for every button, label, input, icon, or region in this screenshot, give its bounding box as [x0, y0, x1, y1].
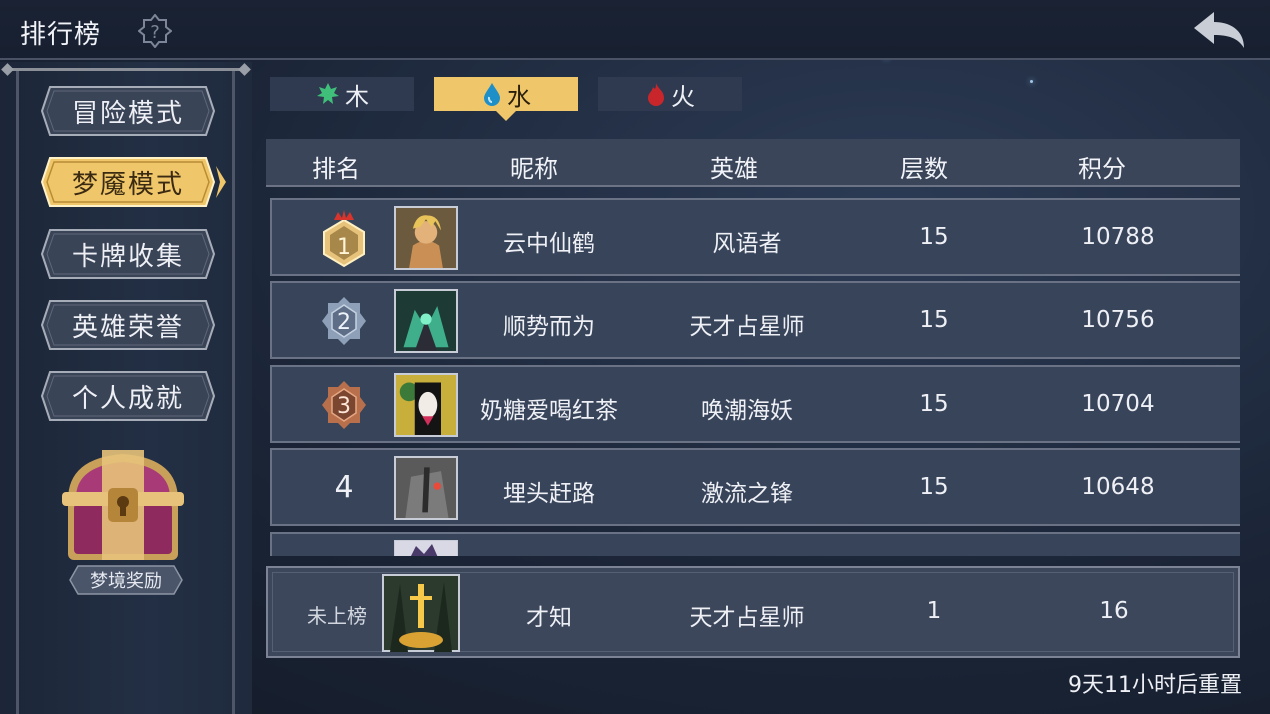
- leaf-icon: [317, 83, 339, 104]
- table-row[interactable]: 2 顺势而为 天才占星师 15 10756: [270, 281, 1240, 359]
- sidebar-item-hero-honor[interactable]: 英雄荣誉: [40, 299, 216, 351]
- sidebar-rail: [16, 70, 19, 714]
- row-nickname: 奶糖爱喝红茶: [480, 398, 618, 424]
- row-hero: 天才占星师: [689, 314, 805, 340]
- leaderboard-header: 排名 昵称 英雄 层数 积分: [266, 139, 1240, 187]
- page-title: 排行榜: [20, 20, 102, 50]
- sidebar-item-adventure-mode[interactable]: 冒险模式: [40, 85, 216, 137]
- tab-water[interactable]: 水: [434, 77, 578, 121]
- tab-label: 水: [507, 82, 531, 111]
- row-score: 10756: [1081, 307, 1155, 333]
- sidebar-item-card-collection[interactable]: 卡牌收集: [40, 228, 216, 280]
- rank-number: 4: [334, 470, 354, 505]
- my-hero: 天才占星师: [689, 605, 805, 631]
- my-floors: 1: [926, 598, 942, 624]
- table-row-partial[interactable]: [270, 532, 1240, 556]
- row-nickname: 埋头赶路: [503, 481, 595, 507]
- header-score: 积分: [1078, 155, 1126, 183]
- sidebar-item-label: 个人成就: [71, 383, 184, 414]
- row-hero: 风语者: [712, 231, 782, 257]
- treasure-chest-icon[interactable]: [58, 440, 188, 570]
- row-hero: 唤潮海妖: [701, 398, 793, 424]
- back-arrow-icon[interactable]: [1190, 8, 1248, 52]
- sidebar-top-rail: [6, 68, 246, 71]
- row-floors: 15: [919, 474, 949, 500]
- header-floors: 层数: [900, 155, 948, 183]
- table-row[interactable]: 1 云中仙鹤 风语者 15 10788: [270, 198, 1240, 276]
- header-hero: 英雄: [710, 155, 758, 183]
- sidebar-item-label: 冒险模式: [71, 98, 184, 129]
- reset-countdown: 9天11小时后重置: [1068, 673, 1242, 698]
- fire-icon: [648, 83, 664, 106]
- my-rank-label: 未上榜: [307, 604, 367, 628]
- row-floors: 15: [919, 307, 949, 333]
- hero-portrait: [394, 206, 458, 270]
- dream-reward-label: 梦境奖励: [90, 571, 162, 592]
- rank-bronze-badge-icon: 3: [322, 381, 366, 429]
- help-icon[interactable]: ?: [138, 14, 172, 48]
- rank-gold-badge-icon: 1: [323, 210, 365, 268]
- row-nickname: 顺势而为: [503, 314, 595, 340]
- row-floors: 15: [919, 391, 949, 417]
- table-row[interactable]: 4 埋头赶路 激流之锋 15 10648: [270, 448, 1240, 526]
- dream-reward-button[interactable]: 梦境奖励: [68, 564, 184, 596]
- hero-portrait: [394, 456, 458, 520]
- rank-number: 3: [337, 394, 351, 419]
- sidebar-item-label: 卡牌收集: [71, 241, 184, 272]
- header-rank: 排名: [312, 155, 360, 183]
- tab-fire[interactable]: 火: [598, 77, 742, 111]
- row-nickname: 云中仙鹤: [503, 231, 595, 257]
- hero-portrait: [394, 289, 458, 353]
- top-bar: 排行榜 ?: [0, 0, 1270, 60]
- rank-number: 2: [337, 310, 351, 335]
- my-score: 16: [1099, 598, 1129, 624]
- sidebar-item-nightmare-mode[interactable]: 梦魇模式: [40, 156, 226, 208]
- rank-number: 1: [337, 235, 351, 260]
- active-tab-caret: [496, 111, 516, 121]
- tab-label: 木: [345, 82, 369, 111]
- sidebar-rail: [232, 70, 235, 714]
- sidebar-item-label: 梦魇模式: [71, 169, 184, 200]
- row-floors: 15: [919, 224, 949, 250]
- tab-label: 火: [671, 82, 695, 111]
- hero-portrait: [382, 574, 460, 652]
- hero-portrait: [394, 373, 458, 437]
- my-rank-row[interactable]: 未上榜 才知 天才占星师 1 16: [266, 566, 1240, 658]
- row-score: 10788: [1081, 224, 1155, 250]
- rank-silver-badge-icon: 2: [322, 297, 366, 345]
- water-drop-icon: [484, 83, 500, 106]
- my-nickname: 才知: [526, 605, 572, 631]
- row-hero: 激流之锋: [701, 481, 793, 507]
- row-score: 10648: [1081, 474, 1155, 500]
- hero-portrait: [394, 540, 458, 556]
- header-nickname: 昵称: [510, 155, 558, 183]
- sidebar-item-achievements[interactable]: 个人成就: [40, 370, 216, 422]
- row-score: 10704: [1081, 391, 1155, 417]
- svg-text:?: ?: [150, 22, 160, 43]
- table-row[interactable]: 3 奶糖爱喝红茶 唤潮海妖 15 10704: [270, 365, 1240, 443]
- background-star: [1030, 80, 1033, 83]
- sidebar-item-label: 英雄荣誉: [71, 312, 184, 343]
- tab-wood[interactable]: 木: [270, 77, 414, 111]
